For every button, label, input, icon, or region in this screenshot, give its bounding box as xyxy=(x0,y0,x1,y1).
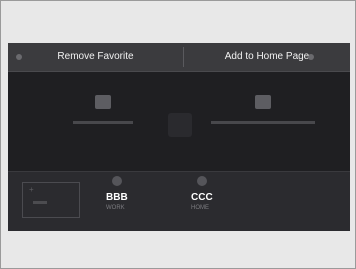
favorite-name: BBB xyxy=(106,192,128,203)
faded-tile-icon xyxy=(95,95,111,109)
favorite-icon xyxy=(197,176,207,186)
faded-tile-label xyxy=(73,121,133,124)
faded-tile-left xyxy=(73,95,133,155)
faded-mid-icon xyxy=(168,113,192,137)
plus-icon: + xyxy=(29,185,34,194)
empty-slot-label xyxy=(33,201,47,204)
favorites-strip: + BBB WORK CCC HOME xyxy=(8,171,350,231)
favorite-icon xyxy=(112,176,122,186)
faded-message-icon xyxy=(255,95,271,109)
favorite-type: HOME xyxy=(191,205,209,211)
display-screen: Remove Favorite Add to Home Page + BBB W… xyxy=(8,43,350,231)
add-to-home-page-button[interactable]: Add to Home Page xyxy=(184,43,350,71)
favorite-slot-empty[interactable]: + xyxy=(22,182,80,218)
action-bar: Remove Favorite Add to Home Page xyxy=(8,43,350,72)
frame: Remove Favorite Add to Home Page + BBB W… xyxy=(0,0,356,269)
favorite-name: CCC xyxy=(191,192,213,203)
favorite-type: WORK xyxy=(106,205,125,211)
faded-tile-right xyxy=(211,95,315,155)
dim-icon-right xyxy=(308,54,314,60)
faded-tile-label xyxy=(211,121,315,124)
remove-favorite-button[interactable]: Remove Favorite xyxy=(8,43,183,71)
